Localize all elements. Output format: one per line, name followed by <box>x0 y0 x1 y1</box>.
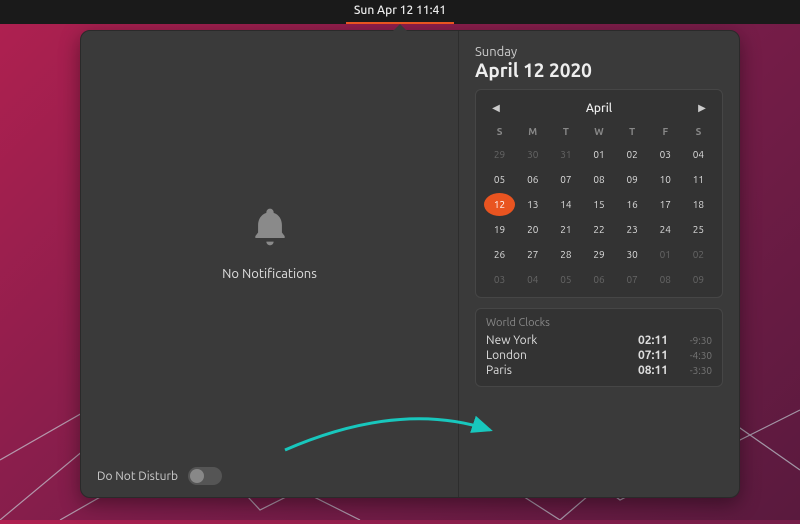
world-clock-offset: -3:30 <box>678 365 712 376</box>
calendar-day[interactable]: 03 <box>650 143 681 166</box>
calendar-day[interactable]: 09 <box>617 168 648 191</box>
calendar-dow-header: S <box>484 122 515 141</box>
calendar-day[interactable]: 08 <box>583 168 614 191</box>
calendar-day[interactable]: 15 <box>583 193 614 216</box>
world-clock-city: London <box>486 349 638 362</box>
world-clock-time: 08:11 <box>638 364 668 377</box>
calendar-dow-header: F <box>650 122 681 141</box>
calendar-dow-header: M <box>517 122 548 141</box>
world-clock-city: New York <box>486 334 638 347</box>
calendar-dow-header: T <box>550 122 581 141</box>
date-full: April 12 2020 <box>475 59 723 81</box>
calendar-day[interactable]: 23 <box>617 218 648 241</box>
calendar-day[interactable]: 02 <box>683 243 714 266</box>
world-clocks[interactable]: World Clocks New York02:11 -9:30 London07:… <box>475 308 723 387</box>
calendar-day[interactable]: 11 <box>683 168 714 191</box>
calendar-day[interactable]: 07 <box>550 168 581 191</box>
calendar-day[interactable]: 05 <box>550 268 581 291</box>
world-clock-city: Paris <box>486 364 638 377</box>
calendar-day[interactable]: 20 <box>517 218 548 241</box>
calendar-dow-header: W <box>583 122 614 141</box>
world-clock-row[interactable]: New York02:11 -9:30 <box>486 333 712 348</box>
calendar-day[interactable]: 18 <box>683 193 714 216</box>
calendar-day[interactable]: 09 <box>683 268 714 291</box>
world-clock-row[interactable]: Paris08:11 -3:30 <box>486 363 712 378</box>
calendar-day[interactable]: 29 <box>583 243 614 266</box>
calendar-day[interactable]: 26 <box>484 243 515 266</box>
calendar-day[interactable]: 29 <box>484 143 515 166</box>
calendar-day[interactable]: 30 <box>617 243 648 266</box>
world-clock-offset: -4:30 <box>678 350 712 361</box>
calendar-day[interactable]: 02 <box>617 143 648 166</box>
next-month-button[interactable]: ▶ <box>694 100 710 116</box>
toggle-knob <box>190 469 204 483</box>
calendar-pane: Sunday April 12 2020 ◀ April ▶ SMTWTFS29… <box>459 31 739 497</box>
world-clock-time: 02:11 <box>638 334 668 347</box>
calendar-day[interactable]: 05 <box>484 168 515 191</box>
calendar-dow-header: S <box>683 122 714 141</box>
world-clock-row[interactable]: London07:11 -4:30 <box>486 348 712 363</box>
calendar-day[interactable]: 06 <box>517 168 548 191</box>
calendar-day[interactable]: 25 <box>683 218 714 241</box>
world-clocks-title: World Clocks <box>486 317 712 329</box>
calendar: ◀ April ▶ SMTWTFS29303101020304050607080… <box>475 89 723 298</box>
calendar-day[interactable]: 04 <box>517 268 548 291</box>
calendar-day[interactable]: 06 <box>583 268 614 291</box>
calendar-day[interactable]: 21 <box>550 218 581 241</box>
calendar-dow-header: T <box>617 122 648 141</box>
calendar-day[interactable]: 13 <box>517 193 548 216</box>
calendar-day[interactable]: 01 <box>583 143 614 166</box>
date-dayofweek: Sunday <box>475 45 723 59</box>
calendar-month-label: April <box>586 102 612 115</box>
calendar-day[interactable]: 10 <box>650 168 681 191</box>
calendar-day[interactable]: 27 <box>517 243 548 266</box>
calendar-day[interactable]: 24 <box>650 218 681 241</box>
bell-icon <box>248 205 292 253</box>
calendar-day[interactable]: 07 <box>617 268 648 291</box>
calendar-day[interactable]: 22 <box>583 218 614 241</box>
date-heading: Sunday April 12 2020 <box>475 45 723 81</box>
calendar-day[interactable]: 01 <box>650 243 681 266</box>
dnd-toggle[interactable] <box>188 467 222 485</box>
clock-popover: No Notifications Do Not Disturb Sunday A… <box>80 30 740 498</box>
calendar-day[interactable]: 16 <box>617 193 648 216</box>
world-clock-time: 07:11 <box>638 349 668 362</box>
top-bar: Sun Apr 12 11:41 <box>0 0 800 24</box>
dnd-label: Do Not Disturb <box>97 470 178 483</box>
calendar-day[interactable]: 28 <box>550 243 581 266</box>
calendar-day[interactable]: 12 <box>484 193 515 216</box>
notifications-pane: No Notifications Do Not Disturb <box>81 31 459 497</box>
calendar-day[interactable]: 31 <box>550 143 581 166</box>
no-notifications-label: No Notifications <box>222 267 317 281</box>
world-clock-offset: -9:30 <box>678 335 712 346</box>
calendar-day[interactable]: 08 <box>650 268 681 291</box>
popover-caret <box>392 24 408 32</box>
calendar-day[interactable]: 19 <box>484 218 515 241</box>
calendar-day[interactable]: 03 <box>484 268 515 291</box>
prev-month-button[interactable]: ◀ <box>488 100 504 116</box>
topbar-clock[interactable]: Sun Apr 12 11:41 <box>346 0 454 24</box>
calendar-day[interactable]: 14 <box>550 193 581 216</box>
calendar-day[interactable]: 30 <box>517 143 548 166</box>
calendar-day[interactable]: 17 <box>650 193 681 216</box>
calendar-day[interactable]: 04 <box>683 143 714 166</box>
